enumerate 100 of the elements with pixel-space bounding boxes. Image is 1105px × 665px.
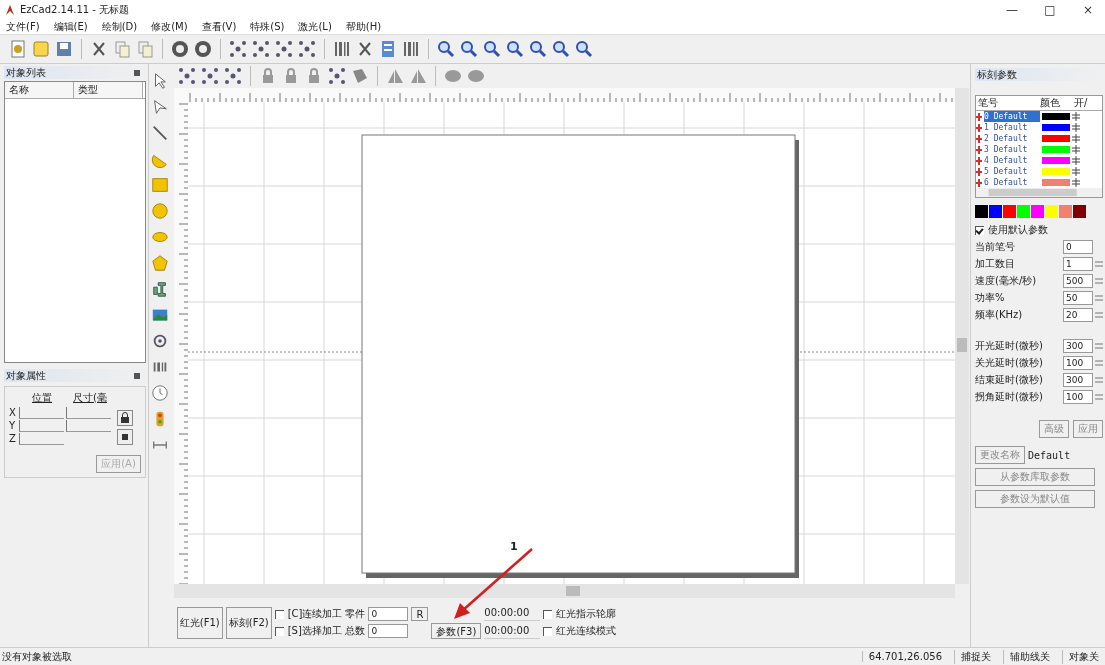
window-control[interactable]: □ [1033, 3, 1067, 17]
lock-button[interactable] [117, 410, 133, 426]
params-button[interactable]: 参数(F3) [431, 622, 482, 639]
menu-item[interactable]: 修改(M) [151, 20, 188, 34]
close-icon[interactable] [133, 69, 140, 76]
param-field[interactable]: 20 [1063, 307, 1093, 322]
spinner-icon[interactable] [1095, 275, 1103, 286]
spinner-icon[interactable] [1095, 391, 1103, 402]
save-icon[interactable] [54, 39, 74, 59]
zoom-icon[interactable] [574, 39, 594, 59]
pen-name[interactable]: 0 Default [984, 111, 1040, 122]
pen-name-field[interactable]: Default [1028, 449, 1071, 461]
position-field[interactable] [19, 406, 64, 419]
param-field[interactable]: 500 [1063, 273, 1093, 288]
dark-disc-icon[interactable] [170, 39, 190, 59]
color-swatch[interactable] [1017, 205, 1030, 218]
mark-button[interactable]: 标刻(F2) [225, 606, 272, 639]
close-icon[interactable] [133, 372, 140, 379]
column-header[interactable]: 开/ [1074, 96, 1098, 110]
zoom-icon[interactable] [436, 39, 456, 59]
param-field[interactable]: 1 [1063, 256, 1093, 271]
param-field[interactable]: 300 [1063, 338, 1093, 353]
dark-disc-icon[interactable] [193, 39, 213, 59]
option-checkbox[interactable]: 红光指示轮廓 [543, 607, 617, 621]
position-field[interactable] [19, 432, 64, 445]
size-field[interactable] [66, 419, 111, 432]
node-dots-icon[interactable] [228, 39, 248, 59]
menu-item[interactable]: 绘制(D) [101, 20, 138, 34]
spinner-icon[interactable] [1095, 374, 1103, 385]
polygon-icon[interactable] [150, 254, 169, 272]
pen-name[interactable]: 4 Default [984, 155, 1040, 166]
zoom-icon[interactable] [528, 39, 548, 59]
menu-item[interactable]: 特殊(S) [250, 20, 285, 34]
circle-icon[interactable] [150, 202, 169, 220]
total-field[interactable]: 0 [368, 624, 409, 638]
horizontal-scrollbar[interactable] [173, 584, 955, 598]
window-control[interactable]: × [1071, 3, 1105, 17]
spinner-icon[interactable] [1095, 357, 1103, 368]
zoom-icon[interactable] [551, 39, 571, 59]
option-checkbox[interactable]: [C]连续加工 [274, 607, 343, 621]
node-dots-icon[interactable] [274, 39, 294, 59]
param-field[interactable]: 100 [1063, 355, 1093, 370]
color-swatch[interactable] [1045, 205, 1058, 218]
param-field[interactable]: 50 [1063, 290, 1093, 305]
menu-item[interactable]: 查看(V) [201, 20, 237, 34]
param-field[interactable]: 0 [1063, 239, 1093, 254]
node-dots-icon[interactable] [297, 39, 317, 59]
clock-icon[interactable] [150, 384, 169, 402]
color-swatch[interactable] [1031, 205, 1044, 218]
default-params-checkbox[interactable]: 使用默认参数 [975, 223, 1103, 237]
spinner-icon[interactable] [1095, 258, 1103, 269]
pen-name[interactable]: 2 Default [984, 133, 1040, 144]
column-header[interactable]: 名称 [5, 82, 74, 98]
menu-item[interactable]: 文件(F) [6, 20, 40, 34]
color-swatch[interactable] [1059, 205, 1072, 218]
new-file-icon[interactable] [8, 39, 28, 59]
color-swatch[interactable] [989, 205, 1002, 218]
zoom-icon[interactable] [505, 39, 525, 59]
window-control[interactable]: — [995, 3, 1029, 17]
column-header[interactable]: 颜色 [1040, 96, 1074, 110]
menu-item[interactable]: 编辑(E) [53, 20, 88, 34]
pen-name[interactable]: 3 Default [984, 144, 1040, 155]
color-swatch[interactable] [1003, 205, 1016, 218]
zoom-icon[interactable] [459, 39, 479, 59]
position-field[interactable] [19, 419, 64, 432]
column-header[interactable]: 类型 [74, 82, 143, 98]
light-button[interactable]: 红光(F1) [176, 606, 223, 639]
color-swatch[interactable] [975, 205, 988, 218]
pen-name[interactable]: 6 Default [984, 177, 1040, 188]
option-checkbox[interactable]: [S]选择加工 [274, 624, 343, 638]
horizontal-scrollbar[interactable] [976, 188, 1102, 197]
column-header[interactable]: 笔号 [976, 96, 1040, 110]
node-dots-icon[interactable] [326, 66, 347, 86]
pen-name[interactable]: 5 Default [984, 166, 1040, 177]
reset-button[interactable]: R [411, 607, 429, 621]
node-dots-icon[interactable] [199, 66, 220, 86]
param-field[interactable]: 100 [1063, 389, 1093, 404]
node-dots-icon[interactable] [222, 66, 243, 86]
paste-icon[interactable] [135, 39, 155, 59]
spinner-icon[interactable] [1095, 309, 1103, 320]
option-checkbox[interactable]: 红光连续模式 [543, 624, 617, 638]
menu-item[interactable]: 激光(L) [298, 20, 332, 34]
node-dots-icon[interactable] [251, 39, 271, 59]
param-field[interactable]: 300 [1063, 372, 1093, 387]
text-tool-icon[interactable] [150, 280, 169, 298]
node-dots-icon[interactable] [176, 66, 197, 86]
line-tool-icon[interactable] [150, 124, 169, 142]
zoom-icon[interactable] [482, 39, 502, 59]
spinner-icon[interactable] [1095, 292, 1103, 303]
square-icon[interactable] [150, 176, 169, 194]
pen-name[interactable]: 1 Default [984, 122, 1040, 133]
square-button[interactable] [117, 429, 133, 445]
size-field[interactable] [66, 406, 111, 419]
menu-item[interactable]: 帮助(H) [345, 20, 382, 34]
spinner-icon[interactable] [1095, 340, 1103, 351]
part-field[interactable]: 0 [368, 607, 409, 621]
bars-icon[interactable] [401, 39, 421, 59]
folder-icon[interactable] [31, 39, 51, 59]
bars-icon[interactable] [332, 39, 352, 59]
color-swatch[interactable] [1073, 205, 1086, 218]
